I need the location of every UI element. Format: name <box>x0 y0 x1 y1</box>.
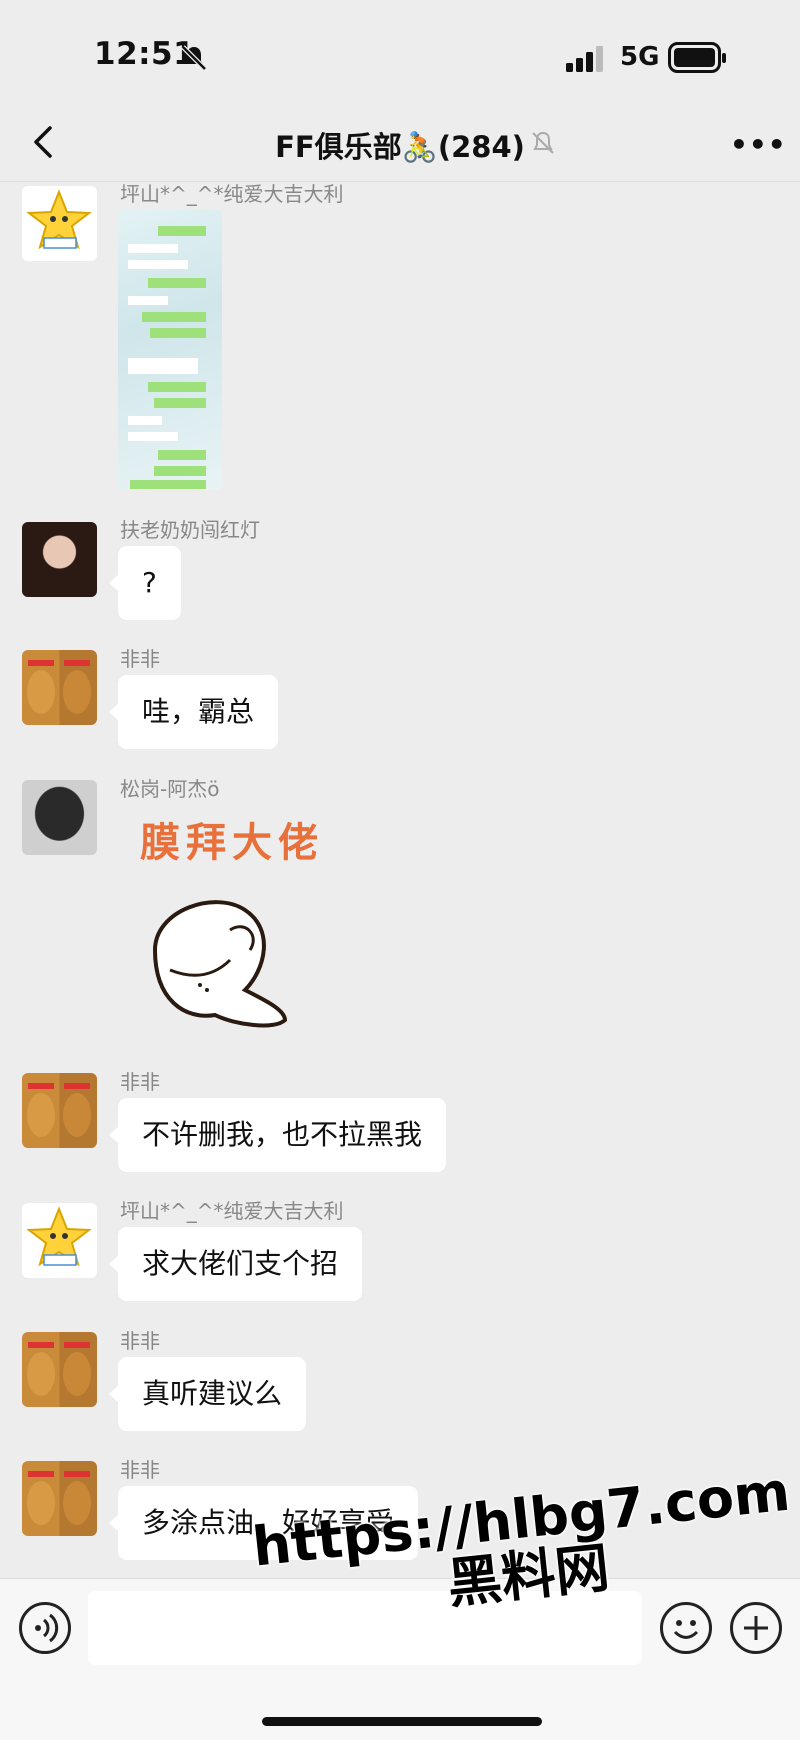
avatar[interactable] <box>22 1332 97 1407</box>
cats-avatar-icon <box>27 1342 91 1396</box>
star-avatar-icon <box>26 1206 92 1267</box>
avatar[interactable] <box>22 1461 97 1536</box>
emoji-button[interactable] <box>660 1602 712 1654</box>
sender-name: 非非 <box>120 647 160 671</box>
sender-name: 扶老奶奶闯红灯 <box>120 518 260 542</box>
message-bubble[interactable]: 不许删我，也不拉黑我 <box>108 1098 447 1172</box>
avatar[interactable] <box>22 1203 97 1278</box>
message-bubble[interactable]: 真听建议么 <box>108 1357 307 1431</box>
screenshot-image[interactable] <box>118 210 222 490</box>
signal-icon <box>566 46 603 72</box>
star-avatar-icon <box>26 189 92 250</box>
voice-button[interactable] <box>19 1602 71 1654</box>
network-type: 5G <box>620 42 660 72</box>
cats-avatar-icon <box>27 1083 91 1137</box>
mute-icon <box>532 131 554 154</box>
voice-icon <box>35 1613 59 1643</box>
avatar[interactable] <box>22 1073 97 1148</box>
emoji-icon <box>673 1620 699 1639</box>
message-bubble[interactable]: ? <box>109 546 181 620</box>
sender-name: 非非 <box>120 1329 160 1353</box>
avatar[interactable] <box>22 522 97 597</box>
sender-name: 非非 <box>120 1458 160 1482</box>
sender-name: 坪山*^_^*纯爱大吉大利 <box>120 1199 344 1223</box>
avatar[interactable] <box>22 780 97 855</box>
sticker-image[interactable] <box>135 890 305 1030</box>
battery-icon <box>668 42 726 73</box>
sender-name: 松岗-阿杰ö <box>120 777 220 801</box>
cats-avatar-icon <box>27 1471 91 1525</box>
sender-name: 非非 <box>120 1070 160 1094</box>
sticker-caption: 膜拜大佬 <box>140 820 324 866</box>
plus-button[interactable] <box>730 1602 782 1654</box>
plus-icon <box>744 1616 768 1640</box>
more-icon[interactable]: ••• <box>730 128 787 161</box>
avatar[interactable] <box>22 650 97 725</box>
message-bubble[interactable]: 哇，霸总 <box>108 675 279 749</box>
message-bubble[interactable]: 求大佬们支个招 <box>108 1227 363 1301</box>
avatar[interactable] <box>22 186 97 261</box>
cats-avatar-icon <box>27 660 91 714</box>
home-indicator <box>262 1717 542 1726</box>
silent-bell-icon <box>181 45 207 71</box>
chat-title: FF俱乐部🚴(284) <box>275 130 525 164</box>
sender-name: 坪山*^_^*纯爱大吉大利 <box>120 182 344 206</box>
